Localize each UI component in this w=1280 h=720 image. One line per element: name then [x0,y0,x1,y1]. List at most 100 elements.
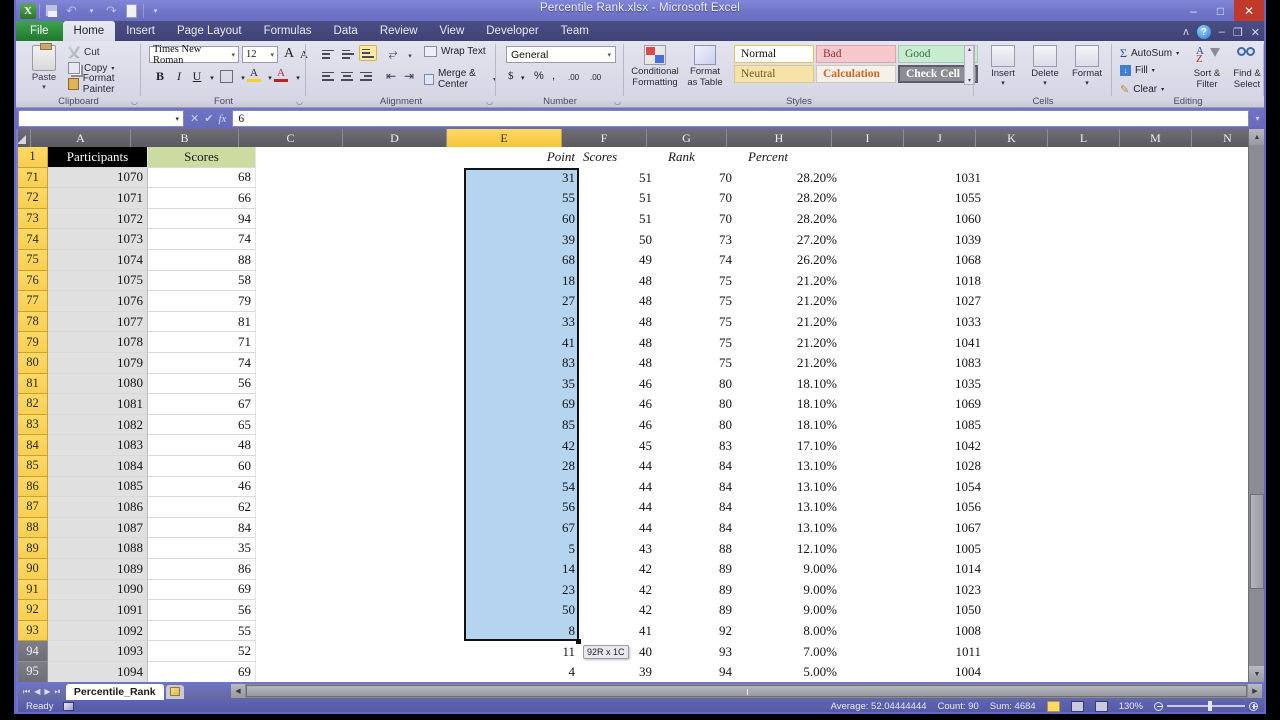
row-header-1[interactable]: 1 [18,147,48,168]
orientation-dropdown-icon[interactable]: ▾ [401,48,419,64]
cell-C[interactable] [256,476,360,498]
cell-E[interactable]: 28 [464,456,579,477]
cell-I[interactable] [849,476,921,498]
cell-I[interactable] [849,620,921,642]
cell-I[interactable] [849,270,921,292]
column-header-D[interactable]: D [343,129,447,147]
cell-I[interactable] [849,311,921,333]
cell-C[interactable] [256,559,360,580]
font-color-button[interactable]: A [272,65,290,83]
cancel-entry-icon[interactable]: ✕ [190,112,199,125]
row-header-85[interactable]: 85 [18,456,48,477]
cell-G[interactable]: 75 [664,270,744,292]
help-icon[interactable]: ? [1196,25,1211,39]
cell-E[interactable]: 50 [464,600,579,621]
cell-F[interactable]: 43 [579,538,664,559]
cell-D[interactable] [360,476,464,498]
cell-F[interactable]: 46 [579,414,664,436]
cell-L[interactable] [1065,332,1137,353]
fill-dropdown-icon[interactable]: ▾ [1152,67,1155,74]
cell-D[interactable] [360,456,464,477]
copy-dropdown-icon[interactable]: ▾ [111,65,114,72]
cell-H[interactable]: 17.10% [744,435,849,456]
cell-J[interactable]: 1031 [921,167,993,189]
cell-I[interactable] [849,167,921,189]
orientation-button[interactable]: ⥂ [384,46,402,62]
zoom-slider[interactable] [1154,701,1258,711]
cell-I[interactable] [849,394,921,415]
record-macro-icon[interactable] [63,701,75,711]
cell-J[interactable]: 1008 [921,620,993,642]
next-sheet-icon[interactable]: ▶ [44,687,50,697]
cell-I[interactable] [849,662,921,682]
tab-review[interactable]: Review [369,21,429,41]
cell-E[interactable]: 54 [464,476,579,498]
row-header-87[interactable]: 87 [18,497,48,518]
number-format-dropdown-icon[interactable]: ▾ [607,51,611,59]
currency-format-button[interactable]: $ [508,68,514,84]
conditional-formatting-button[interactable]: Conditional Formatting [630,45,680,88]
cell-E[interactable]: Point [464,147,579,168]
workbook-close-button[interactable]: ✕ [1251,26,1260,39]
cell-A[interactable]: 1079 [48,353,148,374]
cell-C[interactable] [256,229,360,250]
window-controls[interactable]: – □ ✕ [1180,0,1264,21]
cell-A[interactable]: 1080 [48,373,148,395]
cell-M[interactable] [1137,394,1209,415]
cell-A[interactable]: 1083 [48,435,148,456]
cell-E[interactable]: 42 [464,435,579,456]
cell-D[interactable] [360,414,464,436]
cell-E[interactable]: 8 [464,620,579,642]
cell-I[interactable] [849,208,921,230]
cell-A[interactable]: 1086 [48,497,148,518]
borders-button[interactable] [217,67,235,85]
cell-I[interactable] [849,435,921,456]
tab-team[interactable]: Team [550,21,600,41]
row-header-71[interactable]: 71 [18,167,48,189]
cell-M[interactable] [1137,291,1209,312]
cell-G[interactable]: 70 [664,188,744,209]
cell-B[interactable]: 79 [148,291,256,312]
row-header-77[interactable]: 77 [18,291,48,312]
cell-C[interactable] [256,291,360,312]
cell-K[interactable] [993,167,1065,189]
cell-I[interactable] [849,600,921,621]
cell-M[interactable] [1137,188,1209,209]
cell-L[interactable] [1065,559,1137,580]
cell-B[interactable]: 94 [148,208,256,230]
clipboard-dialog-launcher[interactable]: ◡ [131,97,138,106]
row-header-81[interactable]: 81 [18,373,48,395]
cell-H[interactable]: 18.10% [744,414,849,436]
cell-H[interactable]: 18.10% [744,394,849,415]
cell-K[interactable] [993,497,1065,518]
cell-I[interactable] [849,229,921,250]
cell-L[interactable] [1065,517,1137,539]
cell-K[interactable] [993,332,1065,353]
cell-I[interactable] [849,188,921,209]
cell-B[interactable]: 48 [148,435,256,456]
cell-E[interactable]: 55 [464,188,579,209]
cell-K[interactable] [993,662,1065,682]
cell-L[interactable] [1065,600,1137,621]
cell-E[interactable]: 68 [464,250,579,271]
column-header-K[interactable]: K [976,129,1048,147]
cell-J[interactable]: 1055 [921,188,993,209]
italic-button[interactable]: I [170,67,188,85]
cell-A[interactable]: 1091 [48,600,148,621]
cell-L[interactable] [1065,476,1137,498]
cell-E[interactable]: 18 [464,270,579,292]
cell-C[interactable] [256,579,360,601]
font-size-input[interactable]: 12 ▾ [242,46,278,63]
cell-L[interactable] [1065,270,1137,292]
cell-I[interactable] [849,579,921,601]
tab-data[interactable]: Data [323,21,369,41]
cell-F[interactable]: 48 [579,311,664,333]
tab-insert[interactable]: Insert [115,21,166,41]
cell-B[interactable]: Scores [148,147,256,168]
column-header-A[interactable]: A [31,129,131,147]
column-header-I[interactable]: I [832,129,904,147]
scroll-left-button[interactable]: ◀ [231,684,245,698]
cell-B[interactable]: 88 [148,250,256,271]
cell-K[interactable] [993,229,1065,250]
cell-F[interactable]: 42 [579,559,664,580]
